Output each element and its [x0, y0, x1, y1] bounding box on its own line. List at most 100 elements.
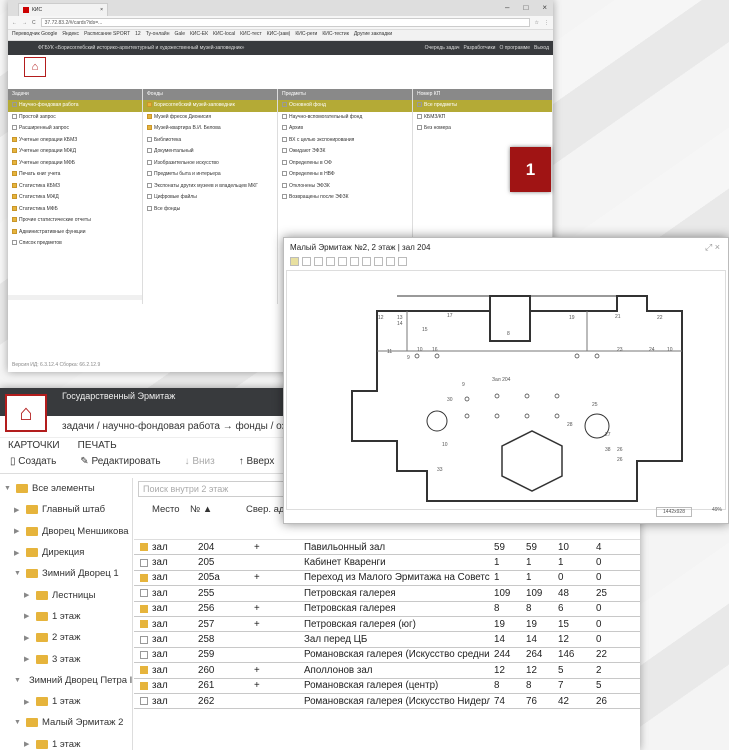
nav-item[interactable]: Музей фресок Дионисия [143, 112, 277, 124]
maximize-icon[interactable]: □ [523, 3, 528, 12]
nav-item[interactable]: Расширенный запрос [8, 123, 142, 135]
print-icon[interactable] [374, 257, 383, 266]
bookmark-item[interactable]: 12 [135, 31, 141, 39]
close-icon[interactable]: ⤢ × [705, 242, 720, 253]
create-button[interactable]: ▯ Создать [10, 456, 56, 471]
tree-node[interactable]: ▶ 2 этаж [0, 627, 132, 648]
nav-item[interactable]: Печать книг учета [8, 169, 142, 181]
queue-link[interactable]: Очередь задач [425, 45, 460, 51]
col-number[interactable]: № ▲ [186, 500, 242, 539]
table-row[interactable]: зал 262 Романовская галерея (Искусство Нид… [134, 694, 640, 710]
table-row[interactable]: зал 205а + Переход из Малого Эрмитажа на Со… [134, 571, 640, 587]
bookmark-item[interactable]: КИС-тестик [322, 31, 349, 39]
nav-item[interactable]: Учетные операции КБМЗ [8, 135, 142, 147]
logout-link[interactable]: Выход [534, 45, 549, 51]
nav-item[interactable]: Отклонены ЭФЗК [278, 181, 412, 193]
tree-node[interactable]: ▼ Зимний Дворец 1 [0, 563, 132, 584]
select-tool-icon[interactable] [290, 257, 299, 266]
nav-item[interactable]: Статистика МФБ [8, 204, 142, 216]
tree-node[interactable]: ▼ Зимний Дворец Петра I [0, 670, 132, 691]
table-row[interactable]: зал 204 + Павильонный зал 59 59 10 4 [134, 540, 640, 556]
star-icon[interactable]: ☆ [535, 20, 539, 26]
nav-item[interactable]: Документальный [143, 146, 277, 158]
nav-item[interactable]: Основной фонд [278, 100, 412, 112]
nav-item[interactable]: ВХ с целью экспонирования [278, 135, 412, 147]
bookmark-item[interactable]: Ту-онлайн [146, 31, 170, 39]
menu-print[interactable]: ПЕЧАТЬ [78, 440, 117, 452]
pan-icon[interactable] [338, 257, 347, 266]
nav-item[interactable]: КБМЗ/КП [413, 112, 552, 124]
table-row[interactable]: зал 205 Кабинет Кваренги 1 1 1 0 [134, 555, 640, 571]
menu-cards[interactable]: КАРТОЧКИ [8, 440, 60, 452]
table-row[interactable]: зал 260 + Аполлонов зал 12 12 5 2 [134, 663, 640, 679]
bookmark-item[interactable]: Другие закладки [354, 31, 392, 39]
nav-item[interactable]: Все предметы [413, 100, 552, 112]
chevron-right-icon[interactable]: ▶ [24, 698, 32, 706]
chevron-right-icon[interactable]: ▶ [24, 591, 32, 599]
table-row[interactable]: зал 255 Петровская галерея 109 109 48 25 [134, 586, 640, 602]
tree-node[interactable]: ▶ 1 этаж [0, 606, 132, 627]
bookmark-item[interactable]: Gale [174, 31, 185, 39]
nav-item[interactable]: Статистика МЖД [8, 192, 142, 204]
nav-item[interactable]: Список предметов [8, 238, 142, 250]
nav-item[interactable]: Научно-вспомогательный фонд [278, 112, 412, 124]
bookmark-item[interactable]: КИС-(зам) [267, 31, 291, 39]
nav-item[interactable]: Научно-фондовая работа [8, 100, 142, 112]
bookmark-item[interactable]: Яндекс [62, 31, 79, 39]
nav-item[interactable]: Простой запрос [8, 112, 142, 124]
nav-item[interactable]: Административные функции [8, 227, 142, 239]
tree-node[interactable]: ▼ Все элементы [0, 478, 132, 499]
zoom-out-icon[interactable] [314, 257, 323, 266]
horizontal-scrollbar[interactable] [8, 295, 142, 300]
tree-node[interactable]: ▶ 1 этаж [0, 734, 132, 750]
chevron-right-icon[interactable]: ▶ [24, 740, 32, 748]
chevron-down-icon[interactable]: ▼ [14, 677, 21, 684]
chevron-down-icon[interactable]: ▼ [14, 719, 22, 726]
tree-node[interactable]: ▼ Малый Эрмитаж 2 [0, 712, 132, 733]
bookmark-item[interactable]: Переводчик Google [12, 31, 57, 39]
settings-icon[interactable] [398, 257, 407, 266]
edit-button[interactable]: ✎ Редактировать [80, 456, 160, 471]
down-button[interactable]: ↓ Вниз [185, 456, 215, 471]
nav-item[interactable]: Прочие статистические отчеты [8, 215, 142, 227]
fit-icon[interactable] [326, 257, 335, 266]
chevron-right-icon[interactable]: ▶ [14, 549, 22, 557]
table-row[interactable]: зал 256 + Петровская галерея 8 8 6 0 [134, 602, 640, 617]
export-icon[interactable] [386, 257, 395, 266]
chevron-right-icon[interactable]: ▶ [24, 634, 32, 642]
nav-item[interactable]: Учетные операции МФБ [8, 158, 142, 170]
nav-item[interactable]: Статистика КБМЗ [8, 181, 142, 193]
nav-item[interactable]: Определены в НВФ [278, 169, 412, 181]
url-input[interactable]: 37.72.83.2/#/cards?ids=... [40, 18, 530, 27]
chevron-right-icon[interactable]: ▶ [14, 527, 22, 535]
forward-icon[interactable]: → [22, 20, 27, 26]
table-row[interactable]: зал 259 Романовская галерея (Искусство сре… [134, 648, 640, 664]
nav-item[interactable]: Борисоглебский музей-заповедник [143, 100, 277, 112]
bookmark-item[interactable]: КИС-local [213, 31, 235, 39]
nav-item[interactable]: Музей-квартира В.И. Белова [143, 123, 277, 135]
table-row[interactable]: зал 258 Зал перед ЦБ 14 14 12 0 [134, 632, 640, 648]
tree-node[interactable]: ▶ Дирекция [0, 542, 132, 563]
chevron-right-icon[interactable]: ▶ [24, 612, 32, 620]
close-icon[interactable]: × [100, 7, 103, 13]
tree-node[interactable]: ▶ 3 этаж [0, 648, 132, 669]
nav-item[interactable]: Определены в ОФ [278, 158, 412, 170]
bookmark-item[interactable]: КИС-реги [295, 31, 317, 39]
rotate-icon[interactable] [350, 257, 359, 266]
chevron-down-icon[interactable]: ▼ [4, 485, 12, 492]
floor-plan-canvas[interactable]: 12 13 14 15 17 11 10 16 9 8 19 21 22 24 10 23 25 27 38… [286, 270, 726, 510]
nav-item[interactable]: Архив [278, 123, 412, 135]
tree-node[interactable]: ▶ 1 этаж [0, 691, 132, 712]
col-place[interactable]: Место [134, 500, 186, 539]
menu-icon[interactable]: ⋮ [544, 20, 549, 26]
bookmark-item[interactable]: Расписание SPORT [84, 31, 130, 39]
tree-node[interactable]: ▶ Дворец Меншикова [0, 521, 132, 542]
minimize-icon[interactable]: – [505, 3, 509, 12]
zoom-in-icon[interactable] [302, 257, 311, 266]
chevron-right-icon[interactable]: ▶ [14, 506, 22, 514]
developers-link[interactable]: Разработчики [463, 45, 495, 51]
nav-item[interactable]: Все фонды [143, 204, 277, 216]
back-icon[interactable]: ← [12, 20, 17, 26]
nav-item[interactable]: Экспонаты других музеев и владельцев МКГ [143, 181, 277, 193]
layers-icon[interactable] [362, 257, 371, 266]
